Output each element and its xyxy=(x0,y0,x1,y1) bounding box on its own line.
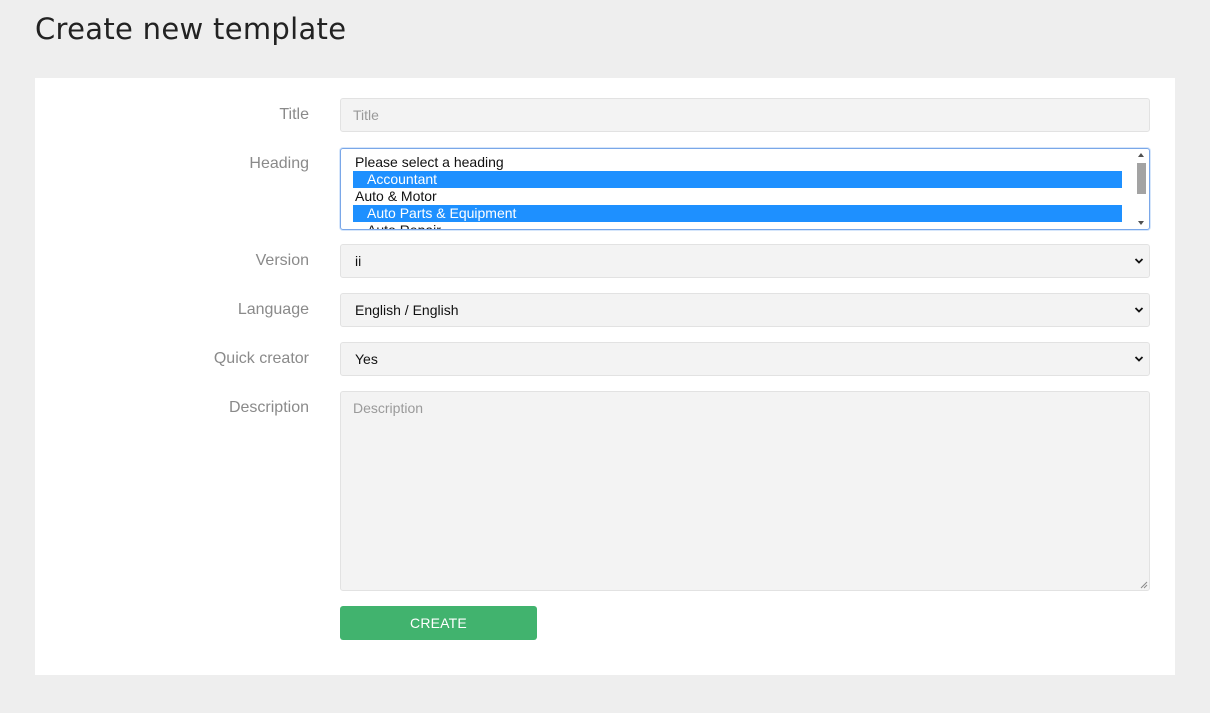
triangle-down-icon[interactable] xyxy=(1137,219,1145,227)
heading-option[interactable]: Please select a heading xyxy=(353,154,1122,171)
version-value: ii xyxy=(355,253,362,269)
title-label: Title xyxy=(279,106,309,123)
chevron-down-icon xyxy=(1134,258,1144,264)
quick-creator-value: Yes xyxy=(355,351,378,367)
language-label: Language xyxy=(237,301,309,318)
heading-scrollbar[interactable] xyxy=(1135,151,1147,227)
title-input[interactable]: Title xyxy=(340,98,1150,132)
page-title: Create new template xyxy=(35,12,347,46)
version-label: Version xyxy=(255,252,309,269)
language-select[interactable]: English / English xyxy=(340,293,1150,327)
chevron-down-icon xyxy=(1134,307,1144,313)
heading-option[interactable]: Accountant xyxy=(353,171,1122,188)
heading-listbox[interactable]: Please select a heading Accountant Auto & … xyxy=(340,148,1150,230)
heading-label: Heading xyxy=(249,155,309,172)
heading-option[interactable]: Auto & Motor xyxy=(353,188,1122,205)
quick-creator-select[interactable]: Yes xyxy=(340,342,1150,376)
description-placeholder: Description xyxy=(353,400,424,416)
description-textarea[interactable]: Description xyxy=(340,391,1150,591)
version-select[interactable]: ii xyxy=(340,244,1150,278)
title-placeholder: Title xyxy=(353,107,379,123)
description-label: Description xyxy=(228,399,309,416)
chevron-down-icon xyxy=(1134,356,1144,362)
heading-option[interactable]: Auto Parts & Equipment xyxy=(353,205,1122,222)
create-button[interactable]: CREATE xyxy=(340,606,537,640)
resize-grip-icon[interactable] xyxy=(1138,579,1148,589)
heading-option[interactable]: Auto Repair xyxy=(353,222,1122,229)
scrollbar-thumb[interactable] xyxy=(1137,163,1146,194)
triangle-up-icon[interactable] xyxy=(1137,151,1145,159)
language-value: English / English xyxy=(355,302,459,318)
quick-creator-label: Quick creator xyxy=(213,350,309,367)
template-form: Title Title Heading Please select a head… xyxy=(35,78,1175,675)
